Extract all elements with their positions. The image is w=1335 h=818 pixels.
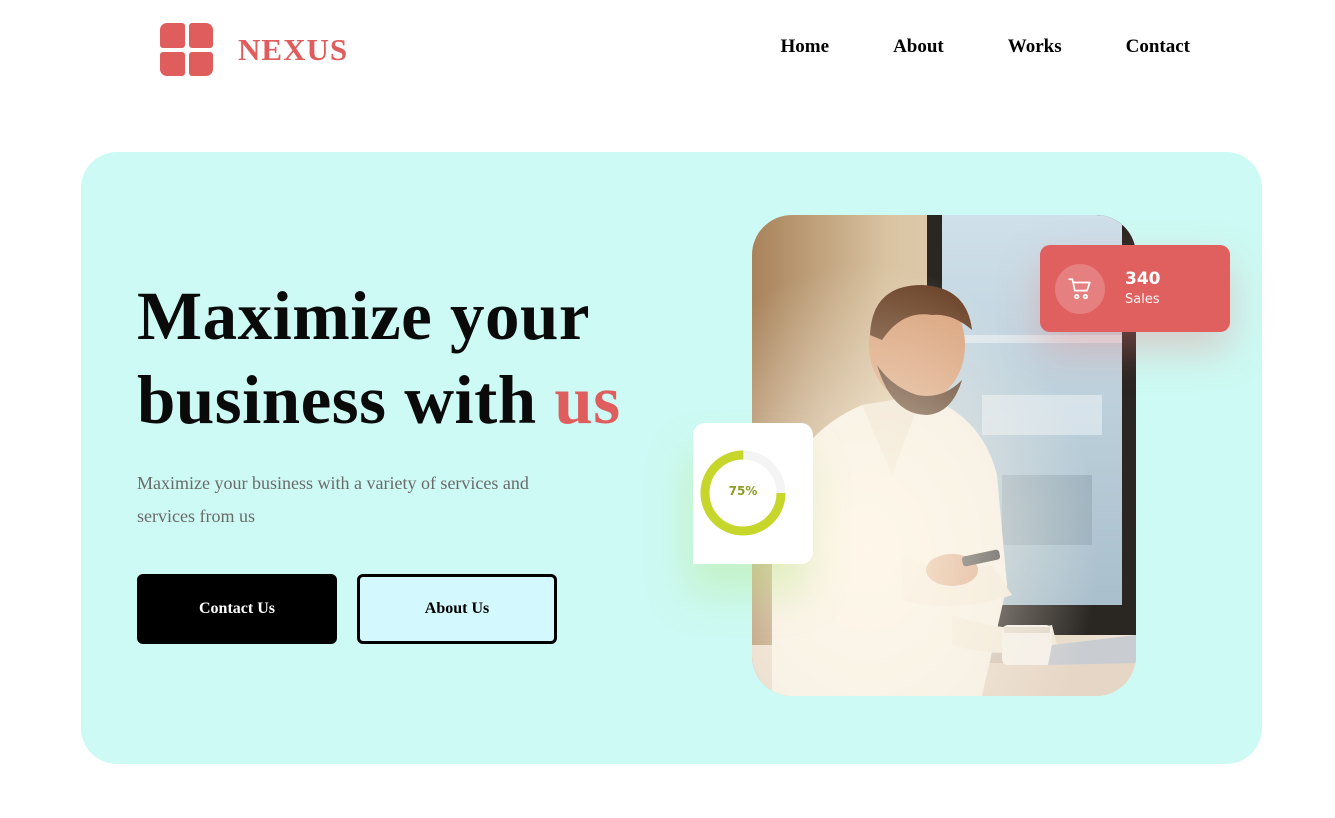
nav-works[interactable]: Works xyxy=(1008,36,1062,58)
main-nav: Home About Works Contact xyxy=(781,36,1190,58)
hero-headline: Maximize your business with us xyxy=(137,274,621,442)
about-us-button[interactable]: About Us xyxy=(357,574,557,644)
brand-name: NEXUS xyxy=(238,31,349,67)
nav-contact[interactable]: Contact xyxy=(1126,36,1190,58)
logo[interactable]: NEXUS xyxy=(160,23,348,76)
hero-subtext: Maximize your business with a variety of… xyxy=(137,473,529,526)
progress-card: 75% xyxy=(693,423,813,564)
hero-section: Maximize your business with us Maximize … xyxy=(81,152,1262,764)
progress-label: 75% xyxy=(728,484,758,498)
sales-stat-card: 340 Sales xyxy=(1040,245,1230,332)
sales-label: Sales xyxy=(1125,291,1160,307)
headline-line-2: business with xyxy=(137,362,555,438)
sales-value: 340 xyxy=(1125,268,1161,289)
headline-line-1: Maximize your xyxy=(137,278,590,354)
nav-about[interactable]: About xyxy=(893,36,944,58)
nav-home[interactable]: Home xyxy=(781,36,830,58)
contact-us-button[interactable]: Contact Us xyxy=(137,574,337,644)
logo-icon xyxy=(160,23,213,76)
headline-accent: us xyxy=(554,362,621,438)
shopping-cart-icon xyxy=(1055,263,1105,314)
